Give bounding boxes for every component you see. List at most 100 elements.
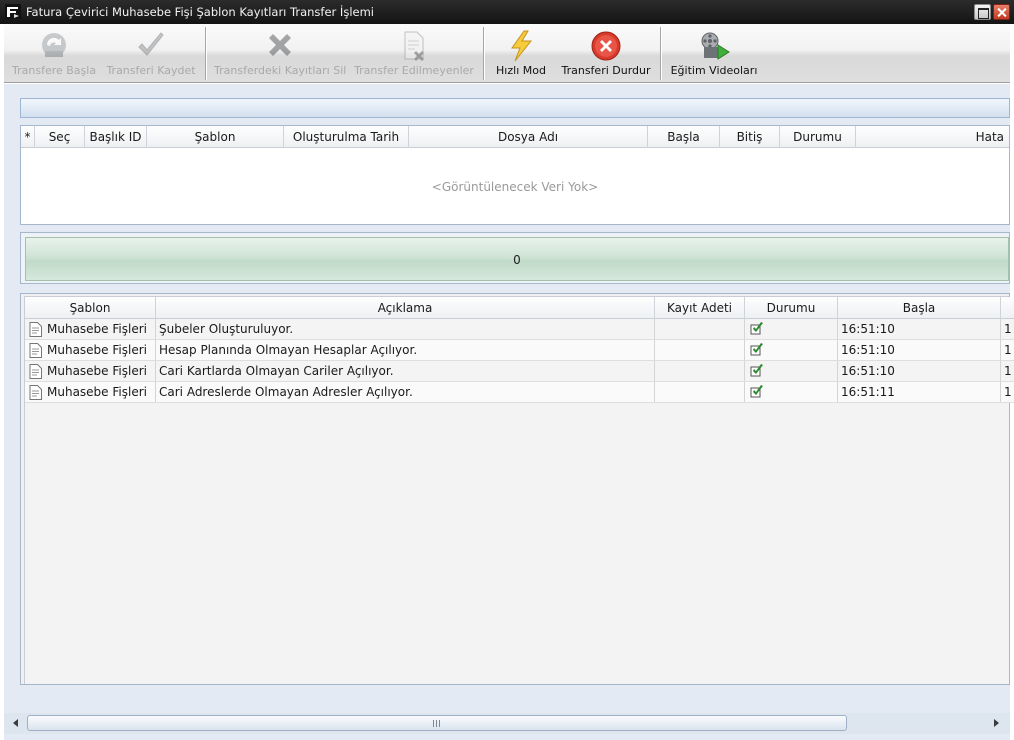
stop-transfer-label: Transferi Durdur: [561, 64, 651, 77]
save-transfer-label: Transferi Kaydet: [106, 64, 196, 77]
scrollbar-grip: [433, 720, 441, 727]
toolbar-separator: [483, 27, 484, 80]
column-header-error[interactable]: Hata: [856, 126, 1009, 148]
cell-status: [745, 319, 838, 339]
cell-start-time: 16:51:10: [838, 340, 1001, 360]
cell-template: Muhasebe Fişleri: [25, 340, 156, 360]
fast-mode-button[interactable]: Hızlı Mod: [491, 24, 551, 82]
cell-record-count: [655, 382, 745, 402]
check-success-icon: [750, 385, 763, 398]
cell-overflow: 1: [1004, 322, 1012, 336]
scrollbar-thumb[interactable]: [27, 715, 847, 731]
start-transfer-button[interactable]: Transfere Başla: [12, 24, 96, 82]
horizontal-scrollbar[interactable]: [4, 713, 1010, 734]
table-row[interactable]: Muhasebe Fişleri Şubeler Oluşturuluyor. 16…: [25, 319, 1014, 340]
table-row[interactable]: Muhasebe Fişleri Cari Adreslerde Olmayan …: [25, 382, 1014, 403]
column-header-record-count[interactable]: Kayıt Adeti: [655, 297, 745, 319]
document-icon: [29, 343, 42, 358]
template-name: Muhasebe Fişleri: [47, 343, 147, 357]
column-header-start[interactable]: Başla: [838, 297, 1001, 319]
table-row[interactable]: Muhasebe Fişleri Cari Kartlarda Olmayan C…: [25, 361, 1014, 382]
cell-start-time: 16:51:10: [838, 361, 1001, 381]
progress-bar: 0: [25, 237, 1009, 281]
scroll-right-icon[interactable]: [994, 719, 999, 727]
stop-transfer-button[interactable]: Transferi Durdur: [560, 24, 652, 82]
column-header-start[interactable]: Başla: [648, 126, 720, 148]
cell-template: Muhasebe Fişleri: [25, 361, 156, 381]
column-header-header-id[interactable]: Başlık ID: [85, 126, 147, 148]
fast-mode-label: Hızlı Mod: [496, 64, 546, 77]
cell-description: Şubeler Oluşturuluyor.: [156, 319, 655, 339]
transfer-log-grid: Şablon Açıklama Kayıt Adeti Durumu Başla…: [20, 293, 1014, 685]
column-header-end[interactable]: Bitiş: [720, 126, 780, 148]
start-transfer-label: Transfere Başla: [12, 64, 97, 77]
cell-overflow: 1: [1004, 385, 1012, 399]
group-panel-bar: [20, 98, 1010, 118]
cell-template: Muhasebe Fişleri: [25, 319, 156, 339]
cell-description: Hesap Planında Olmayan Hesaplar Açılıyor…: [156, 340, 655, 360]
lightning-icon: [511, 30, 533, 62]
toolbar: Transfere Başla Transferi Kaydet Transfe…: [4, 24, 1010, 83]
table-row[interactable]: Muhasebe Fişleri Hesap Planında Olmayan H…: [25, 340, 1014, 361]
cell-description: Cari Kartlarda Olmayan Cariler Açılıyor.: [156, 361, 655, 381]
empty-grid-message: <Görüntülenecek Veri Yok>: [431, 180, 599, 194]
cell-start-time: 16:51:11: [838, 382, 1001, 402]
cell-status: [745, 340, 838, 360]
column-header-select[interactable]: Seç: [35, 126, 85, 148]
check-success-icon: [750, 364, 763, 377]
transfer-header-grid: * Seç Başlık ID Şablon Oluşturulma Tarih…: [20, 125, 1010, 225]
column-header-status[interactable]: Durumu: [745, 297, 838, 319]
document-icon: [29, 322, 42, 337]
template-name: Muhasebe Fişleri: [47, 385, 147, 399]
delete-transfer-records-label: Transferdeki Kayıtları Sil: [214, 64, 347, 77]
check-success-icon: [750, 322, 763, 335]
cell-record-count: [655, 319, 745, 339]
column-header-description[interactable]: Açıklama: [156, 297, 655, 319]
scroll-left-icon[interactable]: [13, 719, 18, 727]
log-grid-body: Şablon Açıklama Kayıt Adeti Durumu Başla…: [24, 296, 1014, 684]
check-success-icon: [750, 343, 763, 356]
stop-icon: [591, 31, 621, 61]
not-transferred-button[interactable]: Transfer Edilmeyenler: [354, 24, 474, 82]
training-videos-label: Eğitim Videoları: [670, 64, 758, 77]
cell-template: Muhasebe Fişleri: [25, 382, 156, 402]
document-icon: [29, 385, 42, 400]
cell-start-time: 16:51:10: [838, 319, 1001, 339]
grid-header: * Seç Başlık ID Şablon Oluşturulma Tarih…: [21, 126, 1009, 148]
column-header-indicator[interactable]: *: [21, 126, 35, 148]
cell-description: Cari Adreslerde Olmayan Adresler Açılıyo…: [156, 382, 655, 402]
document-icon: [29, 364, 42, 379]
progress-value: 0: [513, 253, 521, 267]
column-header-template[interactable]: Şablon: [25, 297, 156, 319]
cell-record-count: [655, 340, 745, 360]
column-header-created-date[interactable]: Oluşturulma Tarih: [284, 126, 409, 148]
film-play-icon: [701, 32, 730, 60]
not-transferred-label: Transfer Edilmeyenler: [354, 64, 474, 77]
column-header-status[interactable]: Durumu: [780, 126, 856, 148]
cell-record-count: [655, 361, 745, 381]
cell-overflow: 1: [1004, 343, 1012, 357]
cell-status: [745, 361, 838, 381]
main-panel: * Seç Başlık ID Şablon Oluşturulma Tarih…: [4, 84, 1014, 740]
delete-x-icon: [269, 34, 291, 56]
template-name: Muhasebe Fişleri: [47, 322, 147, 336]
template-name: Muhasebe Fişleri: [47, 364, 147, 378]
toolbar-separator: [660, 27, 661, 80]
column-header-file-name[interactable]: Dosya Adı: [409, 126, 648, 148]
cell-overflow: 1: [1004, 364, 1012, 378]
save-transfer-button[interactable]: Transferi Kaydet: [106, 24, 196, 82]
cell-status: [745, 382, 838, 402]
close-button[interactable]: [993, 4, 1010, 20]
training-videos-button[interactable]: Eğitim Videoları: [668, 24, 760, 82]
progress-panel: 0: [20, 232, 1010, 284]
toolbar-separator: [205, 27, 206, 80]
maximize-button[interactable]: [974, 4, 991, 20]
checkmark-icon: [138, 32, 164, 56]
start-transfer-icon: [42, 33, 66, 57]
column-header-template[interactable]: Şablon: [147, 126, 284, 148]
document-x-icon: [404, 31, 424, 61]
app-logo-icon: [5, 4, 21, 19]
delete-transfer-records-button[interactable]: Transferdeki Kayıtları Sil: [214, 24, 346, 82]
log-grid-header: Şablon Açıklama Kayıt Adeti Durumu Başla: [25, 297, 1014, 319]
window-title: Fatura Çevirici Muhasebe Fişi Şablon Kay…: [26, 5, 374, 19]
